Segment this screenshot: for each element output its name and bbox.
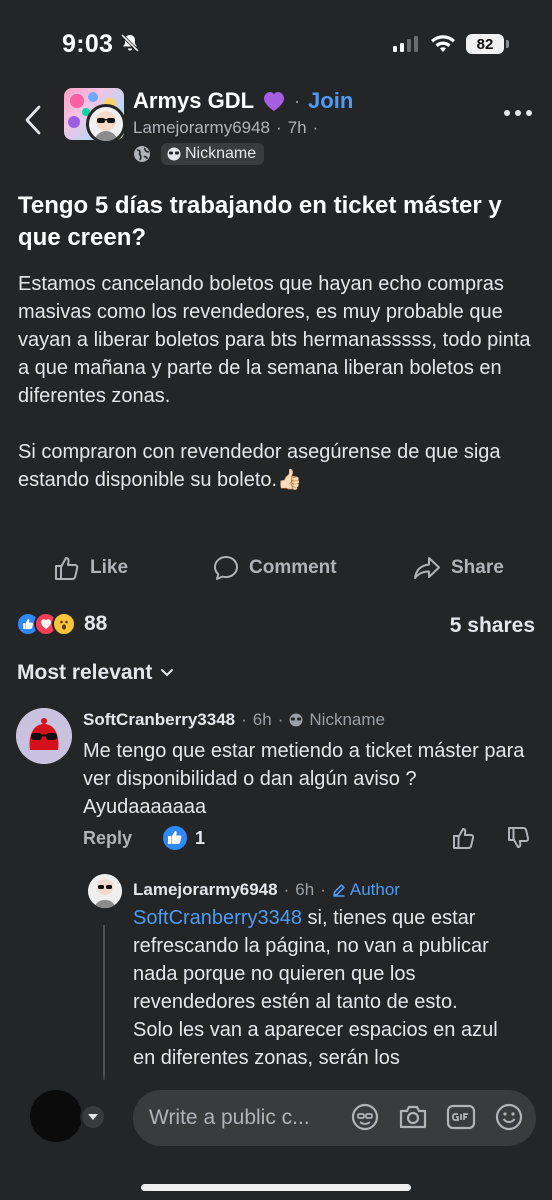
avatar-sticker-icon[interactable] (350, 1102, 380, 1132)
reply-author-name[interactable]: Lamejorarmy6948 (133, 880, 278, 900)
comment-bubble-icon (214, 556, 238, 580)
share-label: Share (451, 557, 504, 578)
commenter-avatar[interactable] (16, 708, 72, 764)
separator-dot: · (312, 118, 319, 137)
nickname-badge: Nickname (161, 143, 265, 165)
reply-text-line2: Solo les van a aparecer espacios en azul… (133, 1019, 498, 1069)
author-badge-label: Author (349, 880, 400, 899)
purple-heart-icon (264, 92, 285, 111)
red-blob-sunglasses-icon (16, 708, 72, 764)
more-dot-icon (504, 110, 510, 116)
more-dot-icon (515, 110, 521, 116)
like-label: Like (90, 557, 129, 578)
reply-button[interactable]: Reply (83, 828, 132, 849)
reply-time: 6h (295, 880, 315, 899)
comment-text: Me tengo que estar metiendo a ticket más… (83, 740, 525, 818)
share-arrow-icon (414, 557, 440, 579)
globe-icon (134, 146, 150, 162)
separator-dot: · (294, 90, 301, 111)
author-badge: Author (332, 880, 400, 900)
nickname-badge-label: Nickname (185, 145, 257, 162)
shares-count[interactable]: 5 shares (450, 614, 535, 638)
thumbs-down-outline-icon (508, 827, 530, 848)
comment-header: SoftCranberry3348 · 6h · Nickname (83, 710, 385, 730)
separator-dot: · (320, 880, 326, 899)
memoji-sunglasses-icon (94, 111, 118, 141)
more-options-button[interactable] (504, 110, 532, 116)
separator-dot: · (277, 710, 284, 729)
join-button[interactable]: Join (308, 88, 353, 114)
post-paragraph: Estamos cancelando boletos que hayan ech… (18, 273, 531, 407)
status-bar: 9:03 82 (0, 0, 552, 80)
share-button[interactable]: Share (413, 555, 504, 581)
sunglasses-face-icon (289, 713, 303, 727)
chevron-down-icon (161, 669, 174, 677)
emoji-icon[interactable] (494, 1102, 524, 1132)
home-indicator (141, 1184, 411, 1191)
battery-indicator: 82 (466, 34, 509, 54)
memoji-sunglasses-icon (88, 874, 122, 908)
more-dot-icon (526, 110, 532, 116)
profile-switcher-avatar[interactable] (30, 1090, 82, 1142)
reply-header: Lamejorarmy6948 · 6h · Author (133, 880, 400, 900)
post-action-bar: Like Comment Share (0, 555, 552, 591)
reactions-count: 88 (84, 612, 108, 635)
caret-down-icon (88, 1114, 98, 1120)
post-title: Tengo 5 días trabajando en ticket máster… (18, 192, 502, 251)
like-button[interactable]: Like (54, 555, 128, 581)
comment-like-count[interactable]: 1 (163, 826, 205, 850)
comment-actions: Reply 1 (83, 826, 535, 852)
comment-input-wrapper[interactable] (133, 1090, 536, 1146)
comment-button[interactable]: Comment (213, 555, 337, 581)
comment-input[interactable] (149, 1106, 349, 1130)
post-paragraph: Si compraron con revendedor asegúrense d… (18, 441, 501, 491)
post-meta: Lamejorarmy6948 · 7h · (133, 118, 318, 138)
mention-link[interactable]: SoftCranberry3348 (133, 907, 302, 929)
post-time: 7h (287, 118, 307, 137)
commenter-name[interactable]: SoftCranberry3348 (83, 710, 235, 730)
sort-label: Most relevant (17, 661, 153, 684)
wow-reaction-icon (52, 612, 76, 636)
wifi-icon (431, 34, 455, 52)
cellular-signal-icon (393, 36, 418, 52)
comment-time: 6h (252, 710, 272, 729)
status-time: 9:03 (62, 30, 114, 58)
separator-dot: · (241, 710, 247, 729)
chevron-left-icon (25, 105, 41, 135)
separator-dot: · (283, 880, 290, 899)
author-avatar[interactable] (86, 104, 126, 144)
downvote-button[interactable] (507, 826, 531, 855)
back-button[interactable] (18, 100, 48, 140)
comment-label: Comment (249, 557, 337, 578)
silent-bell-icon (120, 33, 140, 53)
gif-icon[interactable] (446, 1103, 476, 1131)
reply-thread-line (103, 925, 105, 1085)
like-reaction-icon (163, 826, 187, 850)
nickname-badge-label: Nickname (309, 710, 385, 729)
post-author[interactable]: Lamejorarmy6948 (133, 118, 270, 138)
thumbs-up-outline-icon (453, 828, 475, 849)
comment-like-number: 1 (195, 827, 206, 848)
reply-text: SoftCranberry3348 si, tienes que estar r… (133, 904, 513, 1072)
thumbs-up-icon (55, 557, 79, 580)
reply-author-avatar[interactable] (88, 874, 122, 908)
separator-dot: · (276, 118, 282, 137)
upvote-button[interactable] (452, 826, 476, 855)
comment-sort-dropdown[interactable]: Most relevant (17, 661, 174, 685)
camera-icon[interactable] (398, 1103, 428, 1131)
group-name[interactable]: Armys GDL (133, 88, 254, 114)
pencil-icon (333, 884, 345, 897)
post-body: Estamos cancelando boletos que hayan ech… (18, 270, 533, 522)
profile-switcher-button[interactable] (80, 1104, 106, 1130)
reactions-summary[interactable]: 88 (16, 612, 107, 636)
sunglasses-face-icon (167, 147, 181, 161)
